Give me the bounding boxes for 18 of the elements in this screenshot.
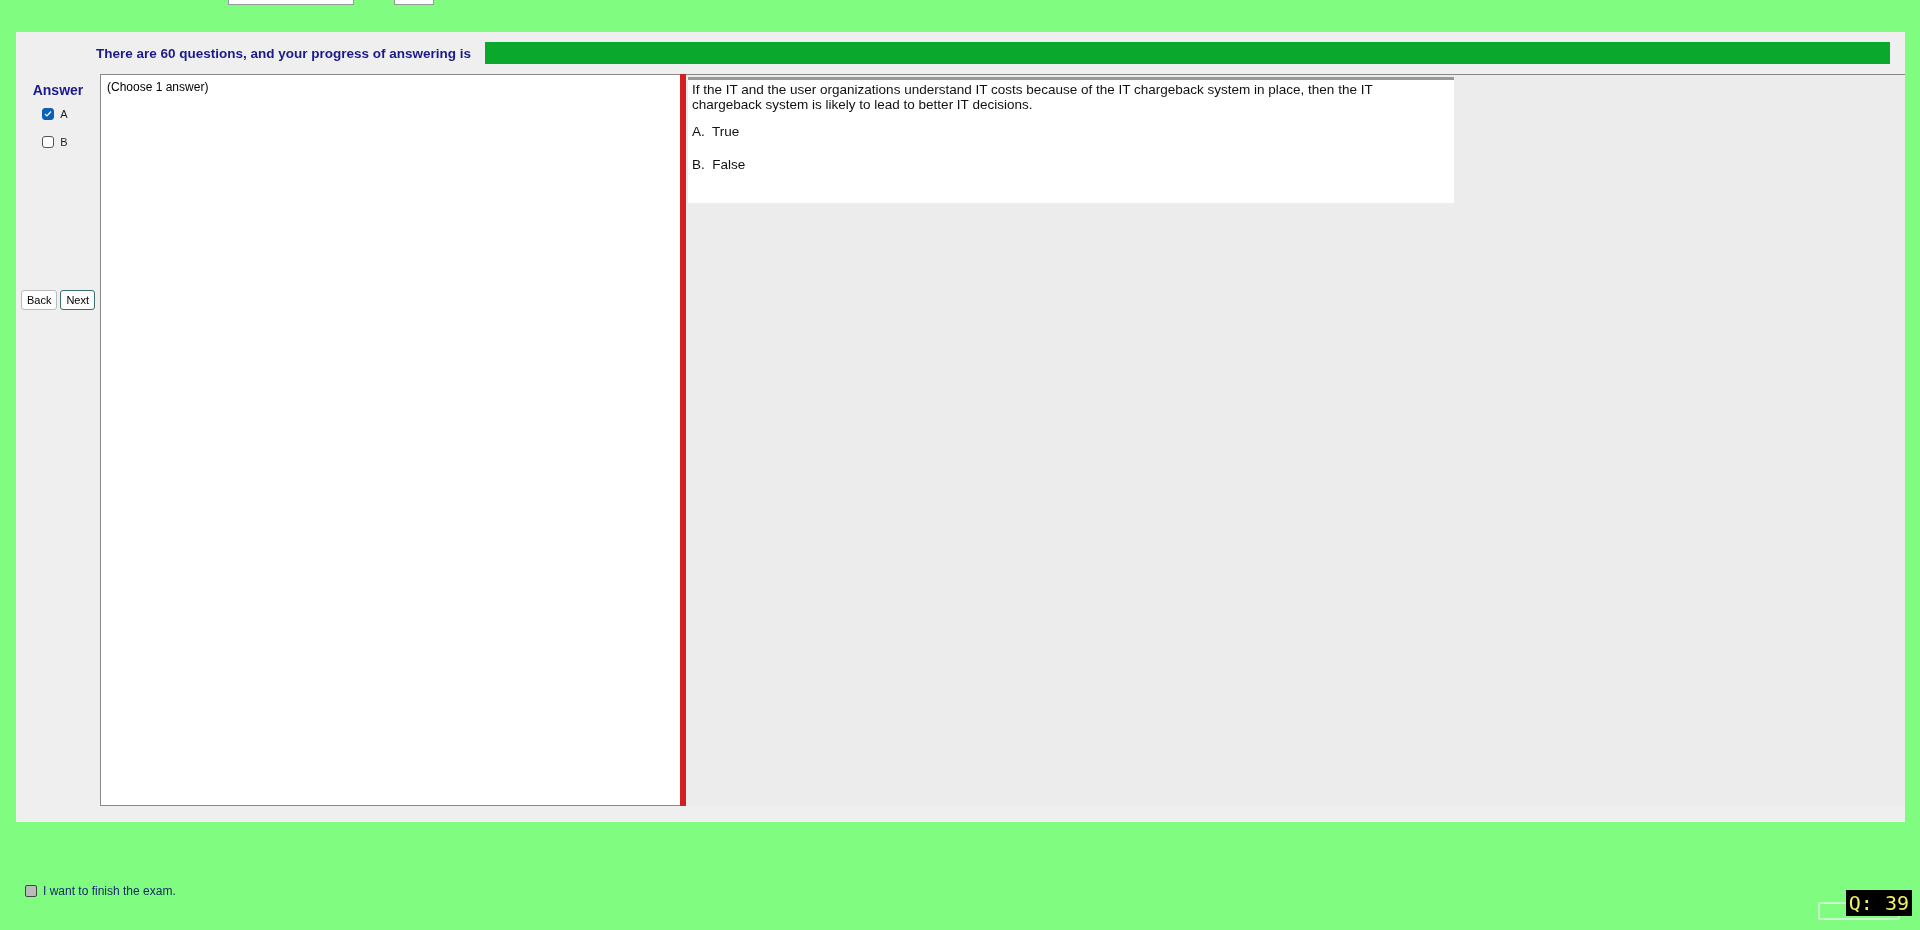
question-counter: Q: 39 — [1845, 890, 1912, 916]
answer-checkbox[interactable] — [42, 136, 55, 148]
dropdown-field[interactable] — [228, 0, 354, 5]
question-text: If the IT and the user organizations understand IT costs because of the IT chargeback system in place, then the IT chargeback system is likely to lead to better IT decisions. — [692, 82, 1374, 112]
splitter-handle[interactable] — [680, 74, 686, 806]
back-button[interactable]: Back — [20, 290, 58, 310]
answer-option-label: A — [60, 108, 68, 120]
question-choice: B. False — [692, 157, 747, 172]
next-button[interactable]: Next — [60, 290, 96, 310]
finish-label: I want to finish the exam. — [43, 884, 176, 898]
question-choice: A. True — [692, 124, 741, 139]
progress-label: There are 60 questions, and your progress of answering is — [96, 45, 472, 61]
answer-hint: (Choose 1 answer) — [107, 80, 209, 94]
finish-checkbox[interactable] — [25, 885, 37, 897]
answer-option-label: B — [60, 136, 68, 148]
answer-checkbox[interactable] — [42, 108, 55, 120]
input-field[interactable] — [394, 0, 434, 5]
answer-title: Answer — [32, 82, 84, 98]
